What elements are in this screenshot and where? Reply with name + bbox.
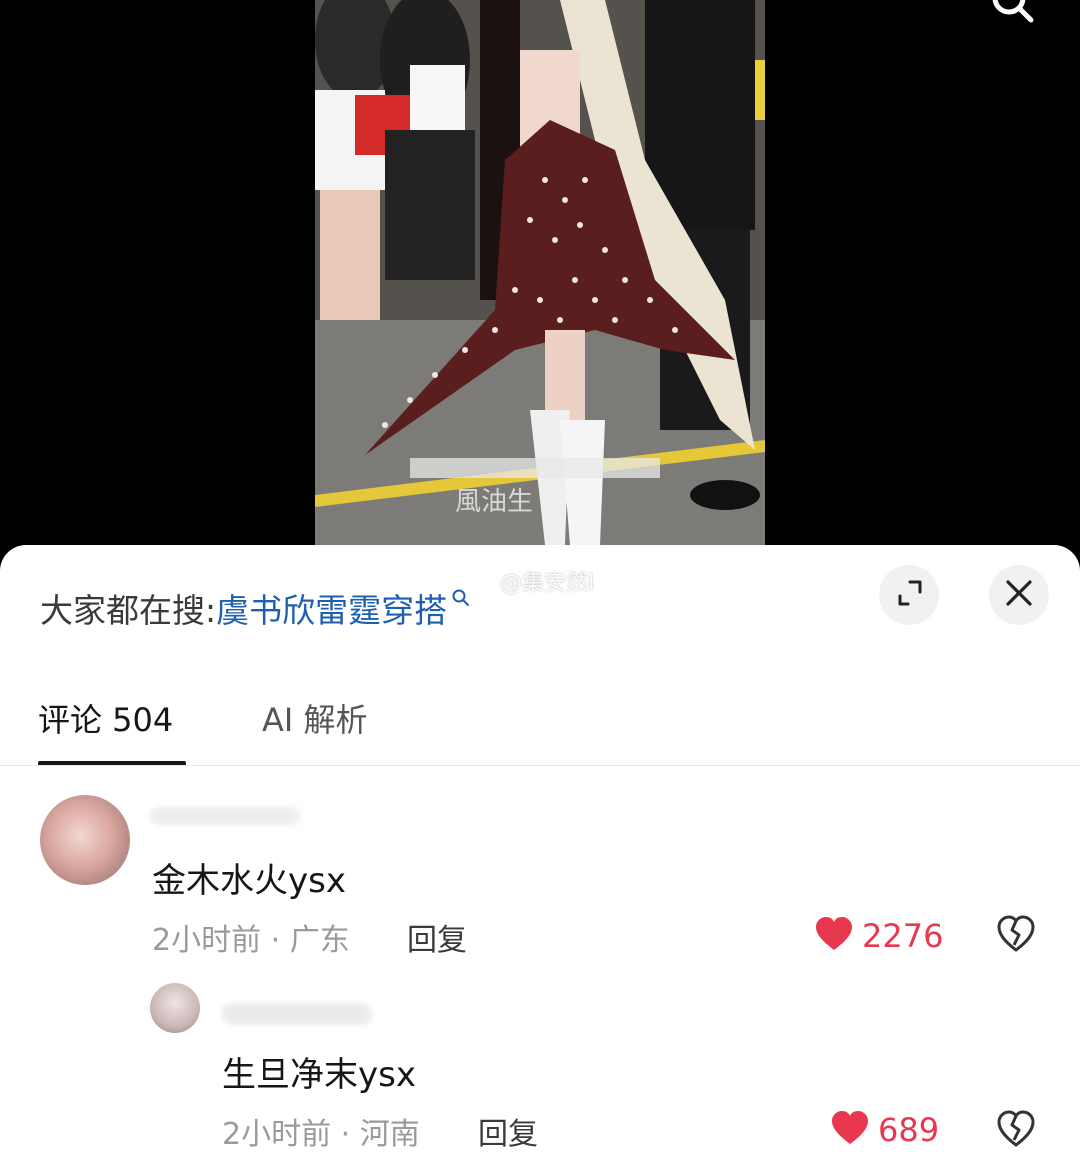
svg-text:風油生: 風油生 <box>455 487 533 517</box>
username-blurred <box>222 1003 372 1025</box>
username-blurred <box>150 807 300 825</box>
tab-comments[interactable]: 评论 504 <box>38 695 173 741</box>
comment-text: 金木水火ysx <box>152 861 346 901</box>
heart-icon <box>814 916 854 956</box>
avatar[interactable] <box>40 795 130 885</box>
search-suggestion[interactable]: 大家都在搜: 虞书欣雷霆穿搭 <box>40 583 471 633</box>
reply-button[interactable]: 回复 <box>407 915 467 959</box>
divider <box>0 765 1080 766</box>
video-frame[interactable]: 風油生 <box>315 0 765 545</box>
avatar[interactable] <box>150 983 200 1033</box>
broken-heart-icon <box>996 915 1036 957</box>
dislike-button[interactable] <box>996 915 1036 957</box>
close-button[interactable] <box>989 565 1049 625</box>
broken-heart-icon <box>996 1110 1036 1152</box>
like-count: 689 <box>878 1111 940 1149</box>
like-button[interactable]: 2276 <box>814 916 943 956</box>
search-suggestion-term[interactable]: 虞书欣雷霆穿搭 <box>216 584 447 632</box>
like-count: 2276 <box>862 917 944 955</box>
video-player[interactable]: 風油生 <box>0 0 1080 560</box>
expand-button[interactable] <box>879 565 939 625</box>
tab-ai-analysis[interactable]: AI 解析 <box>262 695 368 741</box>
comment-meta: 2小时前 · 广东 <box>152 923 350 958</box>
search-icon <box>451 588 471 612</box>
search-suggestion-prefix: 大家都在搜: <box>40 591 217 630</box>
expand-icon <box>894 578 924 612</box>
like-button[interactable]: 689 <box>830 1110 939 1150</box>
comment-text: 生旦净末ysx <box>222 1055 416 1095</box>
search-icon[interactable] <box>985 0 1035 30</box>
video-scene: 風油生 <box>315 0 765 545</box>
comment-sheet: 大家都在搜: 虞书欣雷霆穿搭 评论 504 AI 解析 金木水火ysx 2小时前… <box>0 545 1080 1167</box>
close-icon <box>1005 579 1033 611</box>
heart-icon <box>830 1110 870 1150</box>
comment-meta: 2小时前 · 河南 <box>222 1117 420 1152</box>
dislike-button[interactable] <box>996 1110 1036 1152</box>
watermark: @集安然l <box>500 571 595 596</box>
reply-button[interactable]: 回复 <box>478 1109 538 1153</box>
